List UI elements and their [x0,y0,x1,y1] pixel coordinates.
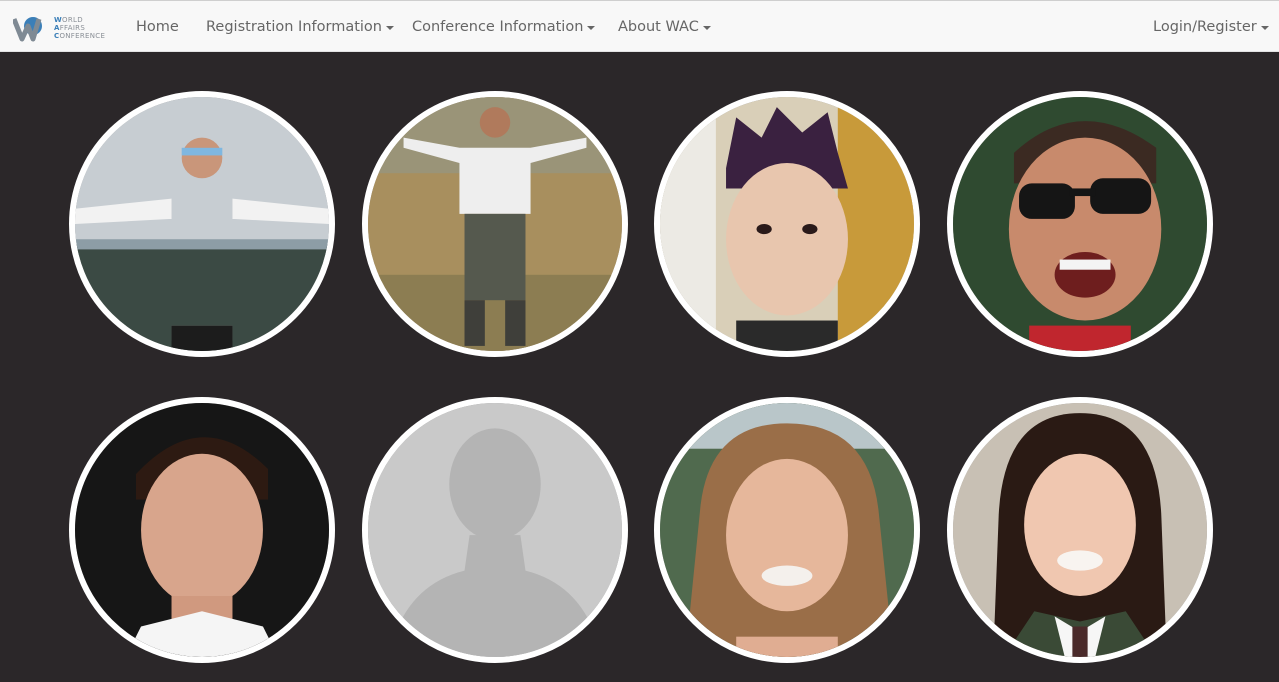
brand-line-conference: CONFERENCE [54,32,106,40]
brand-line-world: WORLD [54,16,83,24]
nav-login-dropdown[interactable]: Login/Register [1153,1,1269,53]
default-avatar-icon [368,403,622,657]
profile-photo-4[interactable] [947,91,1213,357]
profile-photo-7[interactable] [654,397,920,663]
profile-photo-icon [660,403,914,657]
profile-photo-5[interactable] [69,397,335,663]
nav-login-label: Login/Register [1153,19,1257,35]
caret-down-icon [385,26,394,30]
top-navbar: WORLD AFFAIRS CONFERENCE Home Registrati… [0,0,1279,52]
nav-registration-label: Registration Information [206,19,382,35]
nav-home[interactable]: Home [136,1,179,53]
wac-logo-icon [13,17,42,42]
nav-registration-dropdown[interactable]: Registration Information [206,1,394,53]
profile-photo-icon [368,97,622,351]
wac-logo[interactable]: WORLD AFFAIRS CONFERENCE [13,14,107,42]
brand-text: WORLD AFFAIRS CONFERENCE [54,16,105,40]
profile-photo-icon [953,403,1207,657]
profile-photo-icon [75,403,329,657]
profile-photo-2[interactable] [362,91,628,357]
profile-photo-icon [953,97,1207,351]
nav-about-dropdown[interactable]: About WAC [618,1,711,53]
caret-down-icon [1260,26,1269,30]
profile-photo-icon [75,97,329,351]
profile-default-avatar[interactable] [362,397,628,663]
caret-down-icon [587,26,596,30]
nav-about-label: About WAC [618,19,699,35]
profile-photo-1[interactable] [69,91,335,357]
nav-conference-dropdown[interactable]: Conference Information [412,1,596,53]
caret-down-icon [702,26,711,30]
profile-photo-8[interactable] [947,397,1213,663]
profile-photo-icon [660,97,914,351]
profile-photo-3[interactable] [654,91,920,357]
nav-conference-label: Conference Information [412,19,584,35]
profile-grid [0,52,1279,682]
brand-line-affairs: AFFAIRS [54,24,86,32]
nav-home-label: Home [136,19,179,35]
